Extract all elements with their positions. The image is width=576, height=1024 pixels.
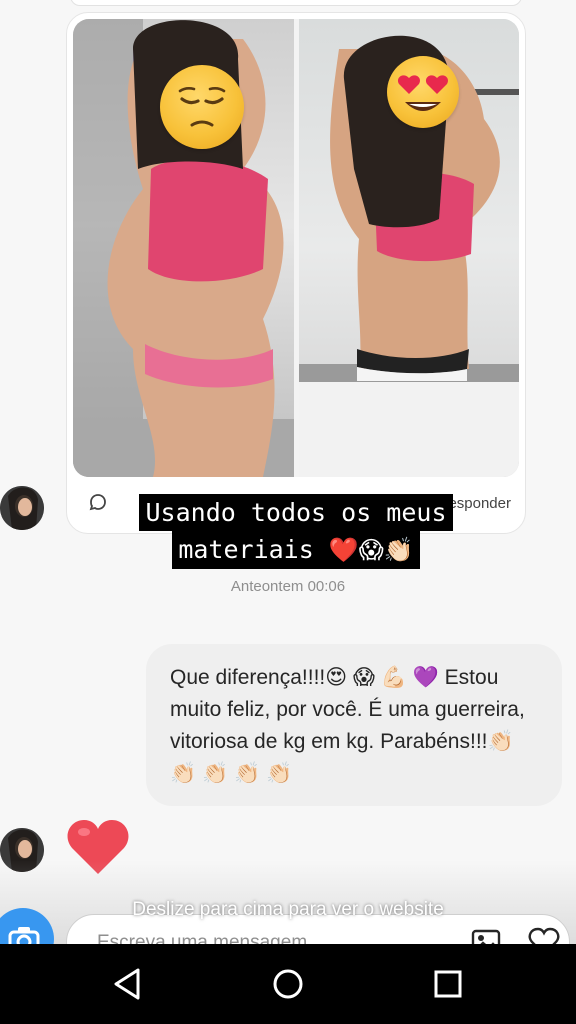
back-triangle-icon[interactable] — [108, 964, 148, 1004]
story-caption: Usando todos os meus materiais ❤️😱👏🏻 — [86, 494, 506, 569]
caption-line-2: materiais ❤️😱👏🏻 — [172, 531, 420, 569]
after-photo — [299, 19, 519, 477]
recents-square-icon[interactable] — [428, 964, 468, 1004]
caption-line-1: Usando todos os meus — [139, 494, 453, 531]
before-photo — [73, 19, 294, 477]
before-after-photo[interactable] — [73, 19, 519, 477]
previous-message-edge — [70, 0, 522, 6]
shared-story-card[interactable]: Responder — [66, 12, 526, 534]
message-timestamp: Anteontem 00:06 — [230, 578, 346, 595]
home-circle-icon[interactable] — [268, 964, 308, 1004]
sent-message-bubble[interactable]: Que diferença!!!!😍 😱 💪🏻 💜 Estou muito fe… — [146, 644, 562, 806]
pensive-face-emoji — [160, 65, 244, 149]
swipe-up-hint[interactable]: Deslize para cima para ver o website — [0, 899, 576, 921]
caption-emojis: ❤️😱👏🏻 — [328, 536, 414, 564]
heart-eyes-emoji — [387, 56, 459, 128]
android-nav-bar — [0, 944, 576, 1024]
contact-avatar[interactable] — [0, 486, 44, 530]
